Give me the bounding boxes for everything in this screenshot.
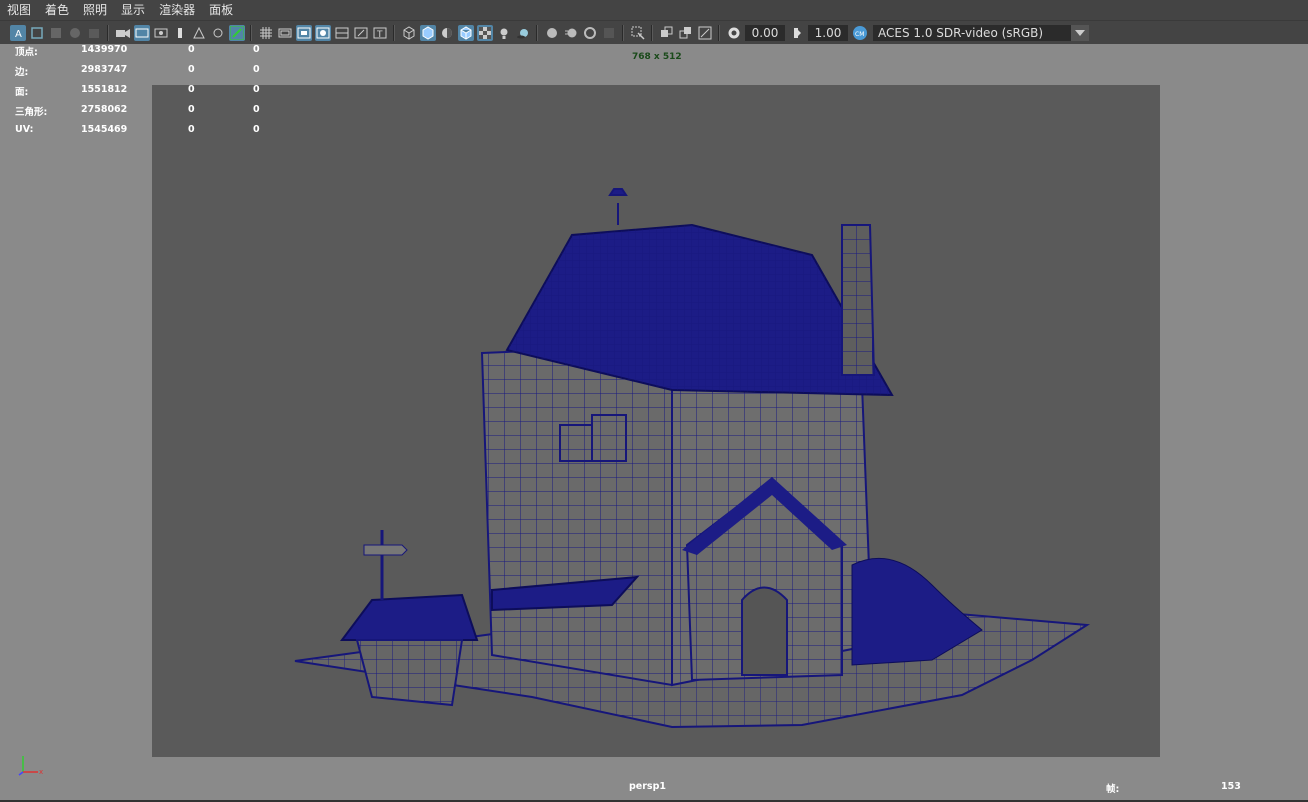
svg-text:CM: CM <box>855 31 864 38</box>
svg-text:x: x <box>39 768 43 776</box>
camera-name-label: persp1 <box>629 781 666 792</box>
resolution-gate-toggle-icon[interactable] <box>295 24 312 41</box>
svg-text:A: A <box>15 29 22 39</box>
exposure-field[interactable]: 0.00 <box>745 24 785 41</box>
toolbar-separator <box>622 24 624 41</box>
view-transform-value: ACES 1.0 SDR-video (sRGB) <box>878 25 1044 40</box>
panel-toolbar: A T 0.00 1.00 CM ACES 1.0 SDR-video (sRG… <box>0 20 1308 45</box>
safe-action-toggle-icon[interactable] <box>353 25 369 41</box>
house-model-wireframe <box>294 188 1091 729</box>
film-gate-icon[interactable] <box>115 25 131 41</box>
menu-renderer[interactable]: 渲染器 <box>152 0 202 20</box>
2d-pan-zoom-icon[interactable] <box>86 25 102 41</box>
toolbar-separator <box>536 24 538 41</box>
shadows-icon[interactable] <box>515 25 531 41</box>
depth-of-field-icon[interactable] <box>601 25 617 41</box>
hud-row-vertices: 顶点: 1439970 0 0 <box>15 44 260 58</box>
menu-lighting[interactable]: 照明 <box>76 0 114 20</box>
axis-gizmo-icon: x <box>18 756 43 776</box>
safe-action-icon[interactable] <box>191 25 207 41</box>
toolbar-separator <box>718 24 720 41</box>
default-material-icon[interactable] <box>439 25 455 41</box>
menu-shading[interactable]: 着色 <box>38 0 76 20</box>
wireframe-icon[interactable] <box>401 25 417 41</box>
toolbar-separator <box>651 24 653 41</box>
safe-title-toggle-icon[interactable]: T <box>372 25 388 41</box>
frame-value: 153 <box>1221 781 1241 792</box>
gamma-icon[interactable] <box>789 25 805 41</box>
chevron-down-icon[interactable] <box>1071 24 1089 41</box>
grease-pencil-icon[interactable] <box>228 24 245 41</box>
menu-panels[interactable]: 面板 <box>202 0 240 20</box>
svg-text:T: T <box>376 30 383 40</box>
toolbar-separator <box>107 24 109 41</box>
view-transform-select[interactable]: ACES 1.0 SDR-video (sRGB) <box>873 24 1089 41</box>
isolate-select-icon[interactable] <box>630 25 646 41</box>
perspective-viewport[interactable]: 768 x 512 顶点: 1439970 0 0 边: 2983747 0 0… <box>0 44 1308 800</box>
motion-blur-icon[interactable] <box>563 25 579 41</box>
color-management-icon[interactable]: CM <box>852 25 868 41</box>
anti-aliasing-icon[interactable] <box>582 25 598 41</box>
resolution-gate-icon[interactable] <box>133 24 150 41</box>
field-chart-toggle-icon[interactable] <box>334 25 350 41</box>
screen-space-ao-icon[interactable] <box>544 25 560 41</box>
lights-icon[interactable] <box>496 25 512 41</box>
toolbar-separator <box>250 24 252 41</box>
xray-joints-icon[interactable] <box>659 25 675 41</box>
xray-icon[interactable] <box>476 24 493 41</box>
camera-attributes-icon[interactable] <box>29 25 45 41</box>
hud-row-uvs: UV: 1545469 0 0 <box>15 124 260 135</box>
grid-icon[interactable] <box>258 25 274 41</box>
hud-row-faces: 面: 1551812 0 0 <box>15 84 260 98</box>
poly-count-hud: 顶点: 1439970 0 0 边: 2983747 0 0 面: 155181… <box>15 44 275 144</box>
xray-active-icon[interactable] <box>678 25 694 41</box>
smooth-shade-icon[interactable] <box>419 24 436 41</box>
resolution-gate <box>152 85 1160 757</box>
select-camera-icon[interactable]: A <box>9 24 26 41</box>
frame-label: 帧: <box>1106 784 1120 795</box>
image-plane-icon[interactable] <box>67 25 83 41</box>
safe-title-icon[interactable] <box>210 25 226 41</box>
gate-mask-toggle-icon[interactable] <box>314 24 331 41</box>
viewport-menubar: 视图 着色 照明 显示 渲染器 面板 <box>0 0 1308 20</box>
toolbar-separator <box>393 24 395 41</box>
bookmark-icon[interactable] <box>48 25 64 41</box>
hud-row-triangles: 三角形: 2758062 0 0 <box>15 104 260 118</box>
hud-row-edges: 边: 2983747 0 0 <box>15 64 260 78</box>
backface-culling-icon[interactable] <box>697 25 713 41</box>
menu-show[interactable]: 显示 <box>114 0 152 20</box>
gate-mask-icon[interactable] <box>153 25 169 41</box>
wireframe-on-shaded-icon[interactable] <box>457 24 474 41</box>
resolution-label: 768 x 512 <box>632 52 682 62</box>
exposure-icon[interactable] <box>726 25 742 41</box>
field-chart-icon[interactable] <box>172 25 188 41</box>
gamma-field[interactable]: 1.00 <box>808 24 848 41</box>
menu-view[interactable]: 视图 <box>0 0 38 20</box>
film-gate-toggle-icon[interactable] <box>277 25 293 41</box>
